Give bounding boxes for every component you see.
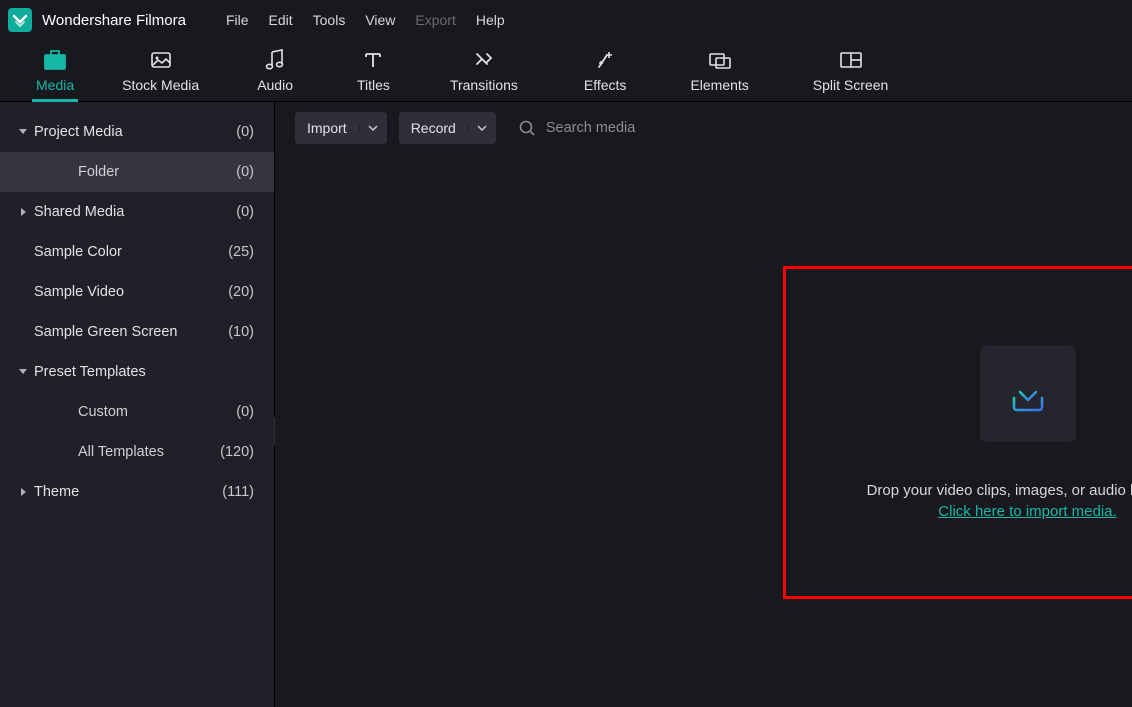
app-title: Wondershare Filmora [42, 12, 186, 29]
tab-media[interactable]: Media [22, 39, 88, 101]
tree-custom[interactable]: Custom(0) [0, 392, 274, 432]
menu-tools[interactable]: Tools [313, 12, 346, 28]
titlebar: Wondershare Filmora File Edit Tools View Exp… [0, 0, 1132, 40]
tree-theme[interactable]: Theme(111) [0, 472, 274, 512]
media-icon [44, 47, 66, 73]
tab-stock-media[interactable]: Stock Media [108, 39, 213, 101]
content-toolbar: Import Record [275, 102, 1132, 146]
search-field[interactable] [508, 112, 1118, 144]
tab-effects[interactable]: Effects [570, 39, 641, 101]
tree-preset-templates[interactable]: Preset Templates [0, 352, 274, 392]
menu-file[interactable]: File [226, 12, 249, 28]
tab-audio[interactable]: Audio [243, 39, 307, 101]
menu-edit[interactable]: Edit [269, 12, 293, 28]
tab-split-screen[interactable]: Split Screen [799, 39, 902, 101]
effects-icon [595, 47, 615, 73]
tab-elements[interactable]: Elements [676, 39, 762, 101]
titles-icon [363, 47, 383, 73]
tree-project-media[interactable]: Project Media(0) [0, 112, 274, 152]
expand-arrow-icon [0, 128, 34, 136]
audio-icon [265, 47, 285, 73]
media-tree: Project Media(0)Folder(0)Shared Media(0)… [0, 102, 274, 512]
download-icon [1006, 372, 1050, 416]
tab-titles[interactable]: Titles [343, 39, 404, 101]
menu-export: Export [415, 12, 455, 28]
stock-icon [150, 47, 172, 73]
search-icon [518, 119, 536, 137]
tree-shared-media[interactable]: Shared Media(0) [0, 192, 274, 232]
elements-icon [708, 47, 732, 73]
import-label: Import [295, 120, 359, 136]
expand-arrow-icon [0, 207, 34, 217]
transitions-icon [473, 47, 495, 73]
import-dropdown[interactable]: Import [295, 112, 387, 144]
expand-arrow-icon [0, 368, 34, 376]
workspace: Project Media(0)Folder(0)Shared Media(0)… [0, 102, 1132, 707]
record-label: Record [399, 120, 468, 136]
tree-sample-green-screen[interactable]: Sample Green Screen(10) [0, 312, 274, 352]
tree-sample-color[interactable]: Sample Color(25) [0, 232, 274, 272]
import-icon-tile[interactable] [980, 346, 1076, 442]
menu-view[interactable]: View [365, 12, 395, 28]
tree-all-templates[interactable]: All Templates(120) [0, 432, 274, 472]
sidebar: Project Media(0)Folder(0)Shared Media(0)… [0, 102, 275, 707]
chevron-down-icon [359, 125, 387, 131]
split-icon [839, 47, 863, 73]
drop-message: Drop your video clips, images, or audio … [867, 482, 1132, 499]
search-input[interactable] [546, 120, 1118, 136]
content-panel: Import Record Drop your vide [275, 102, 1132, 707]
tree-sample-video[interactable]: Sample Video(20) [0, 272, 274, 312]
menu-help[interactable]: Help [476, 12, 505, 28]
chevron-down-icon [468, 125, 496, 131]
record-dropdown[interactable]: Record [399, 112, 496, 144]
menu-bar: File Edit Tools View Export Help [226, 12, 505, 28]
app-logo [8, 8, 32, 32]
expand-arrow-icon [0, 487, 34, 497]
drop-zone[interactable]: Drop your video clips, images, or audio … [783, 266, 1132, 599]
tab-transitions[interactable]: Transitions [436, 39, 532, 101]
import-media-link[interactable]: Click here to import media. [938, 503, 1116, 520]
tree-folder[interactable]: Folder(0) [0, 152, 274, 192]
tool-tabs: Media Stock Media Audio Titles Transitions Ef… [0, 40, 1132, 102]
